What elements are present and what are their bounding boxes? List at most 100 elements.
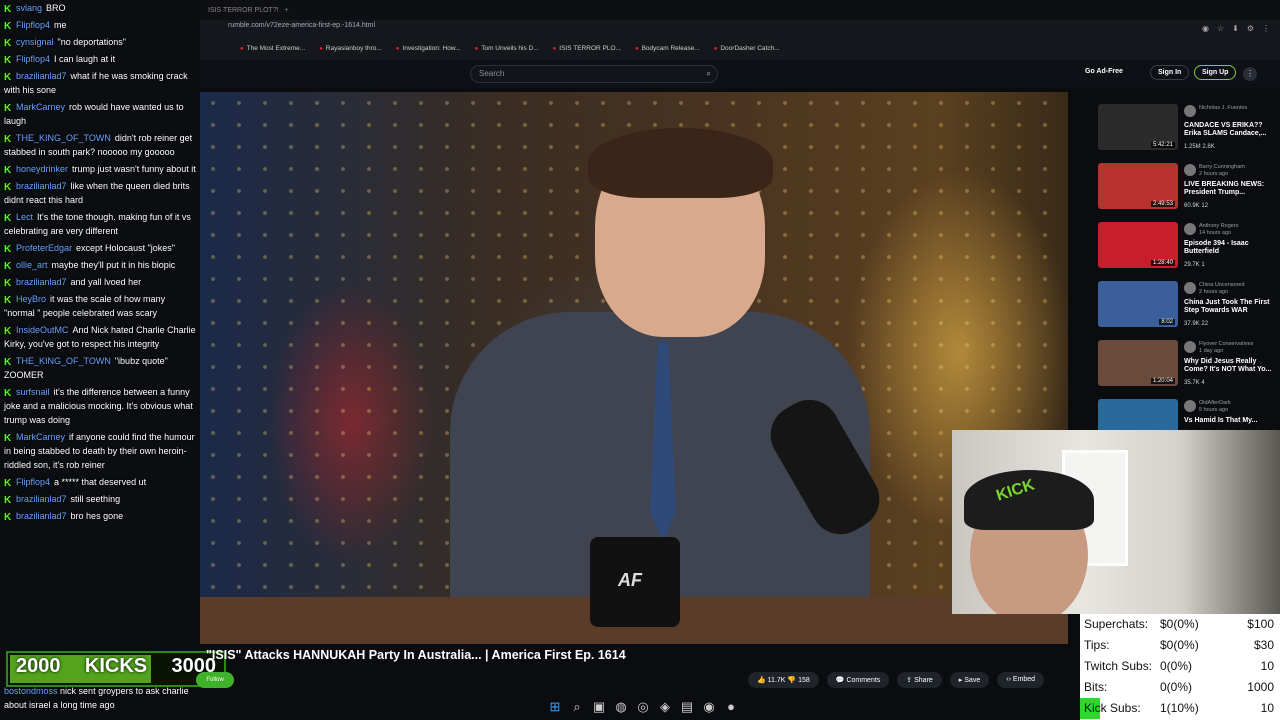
search-input[interactable]: Search ⌕: [470, 65, 718, 83]
chat-username[interactable]: THE_KING_OF_TOWN: [16, 356, 111, 366]
obs-icon[interactable]: ●: [724, 699, 738, 715]
bookmark-item[interactable]: Bodycam Release...: [635, 45, 700, 52]
chat-username[interactable]: surfsnail: [16, 387, 50, 397]
recommended-video[interactable]: 1:28:40 Anthony Rogers 14 hours ago Episode…: [1096, 222, 1276, 281]
chat-text: except Holocaust "jokes": [76, 243, 175, 253]
bookmark-item[interactable]: Rayasianboy thro...: [319, 45, 382, 52]
new-tab-icon[interactable]: +: [285, 7, 289, 14]
video-player[interactable]: AF: [200, 92, 1068, 644]
chat-username[interactable]: brazilianlad7: [16, 511, 67, 521]
chat-username[interactable]: cynsignal: [16, 37, 54, 47]
folder-icon[interactable]: ▤: [680, 699, 694, 715]
save-label: Save: [964, 677, 981, 684]
settings-icon[interactable]: ⚙: [1247, 24, 1254, 33]
channel-name[interactable]: China Uncensored: [1199, 282, 1245, 288]
thumbs-down-icon[interactable]: 👎: [787, 677, 796, 684]
chat-username[interactable]: HeyBro: [16, 294, 46, 304]
chat-username[interactable]: InsideOutMC: [16, 325, 69, 335]
share-button[interactable]: ⇪ Share: [897, 672, 942, 688]
video-title[interactable]: China Just Took The First Step Towards W…: [1184, 299, 1276, 315]
spotify-icon[interactable]: ◉: [702, 699, 716, 715]
chat-message: Kcynsignal "no deportations": [0, 34, 200, 51]
video-title[interactable]: Vs Hamid Is That My...: [1184, 417, 1276, 425]
video-stats: 37.9K 22: [1184, 321, 1208, 327]
thumbs-up-icon: 👍: [757, 677, 766, 684]
recommended-video[interactable]: 1:20:04 Flyover Conservatives 1 day ago Why…: [1096, 340, 1276, 399]
search-icon[interactable]: ⌕: [707, 66, 711, 82]
recommended-video[interactable]: 2:49:53 Barry Cunningham 2 hours ago LIVE B…: [1096, 163, 1276, 222]
bookmark-item[interactable]: The Most Extreme...: [240, 45, 306, 52]
bookmark-item[interactable]: Tom Unveils his D...: [475, 45, 538, 52]
chat-username[interactable]: honeydrinker: [16, 164, 68, 174]
video-thumbnail[interactable]: 1:28:40: [1098, 222, 1178, 268]
menu-icon[interactable]: ⋮: [1262, 24, 1270, 33]
bookmark-item[interactable]: ISIS TERROR PLO...: [553, 45, 621, 52]
video-thumbnail[interactable]: 8:02: [1098, 281, 1178, 327]
channel-avatar[interactable]: [1184, 282, 1196, 294]
chat-username[interactable]: Flipflop4: [16, 20, 50, 30]
chat-username[interactable]: brazilianlad7: [16, 181, 67, 191]
chat-username[interactable]: MarkCarney: [16, 432, 65, 442]
chat-username[interactable]: Flipflop4: [16, 477, 50, 487]
search-icon[interactable]: ⌕: [570, 699, 584, 715]
bookmark-item[interactable]: Investigation: How...: [396, 45, 460, 52]
video-title[interactable]: CANDACE VS ERIKA?? Erika SLAMS Candace,.…: [1184, 122, 1276, 138]
recommended-video[interactable]: 5:42:21 Nicholas J. Fuentes CANDACE VS ERI…: [1096, 104, 1276, 163]
chat-message: Ksurfsnail it's the difference between a …: [0, 384, 200, 429]
chat-username[interactable]: ProfeterEdgar: [16, 243, 72, 253]
channel-name[interactable]: Nicholas J. Fuentes: [1199, 105, 1247, 111]
video-thumbnail[interactable]: 1:20:04: [1098, 340, 1178, 386]
channel-avatar[interactable]: [1184, 105, 1196, 117]
video-title[interactable]: Why Did Jesus Really Come? It's NOT What…: [1184, 358, 1276, 374]
more-options-icon[interactable]: ⋮: [1243, 67, 1257, 81]
channel-name[interactable]: Anthony Rogers: [1199, 223, 1238, 229]
channel-avatar[interactable]: [1184, 223, 1196, 235]
chat-message: K Flipflop4 me: [0, 17, 200, 34]
bookmark-icon[interactable]: ☆: [1217, 24, 1224, 33]
video-thumbnail[interactable]: 2:49:53: [1098, 163, 1178, 209]
url-bar[interactable]: rumble.com/v72eze-america-first-ep.-1614…: [208, 22, 1128, 36]
stat-value: $0(0%): [1160, 617, 1199, 631]
extension-icon[interactable]: ◉: [1202, 24, 1209, 33]
comments-button[interactable]: 💬 Comments: [826, 672, 890, 688]
chat-message: K MarkCarney if anyone could find the humo…: [0, 429, 200, 474]
channel-avatar[interactable]: [1184, 164, 1196, 176]
chat-username[interactable]: brazilianlad7: [16, 71, 67, 81]
download-icon[interactable]: ⬇: [1232, 24, 1239, 33]
video-title[interactable]: Episode 394 - Isaac Butterfield: [1184, 240, 1276, 256]
channel-name[interactable]: Barry Cunningham: [1199, 164, 1245, 170]
sign-in-button[interactable]: Sign In: [1150, 65, 1190, 80]
chat-username[interactable]: bostondmoss: [4, 686, 58, 696]
brave-icon[interactable]: ◈: [658, 699, 672, 715]
chat-username[interactable]: Flipflop4: [16, 54, 50, 64]
browser-tab[interactable]: ISIS TERROR PLOT?!: [208, 7, 279, 14]
upload-time: 5 hours ago: [1199, 407, 1229, 413]
chat-username[interactable]: MarkCarney: [16, 102, 65, 112]
chat-username[interactable]: brazilianlad7: [16, 277, 67, 287]
channel-avatar[interactable]: [1184, 400, 1196, 412]
channel-name[interactable]: Flyover Conservatives: [1199, 341, 1253, 347]
chat-username[interactable]: Lect: [16, 212, 33, 222]
video-thumbnail[interactable]: 5:42:21: [1098, 104, 1178, 150]
like-count: 11.7K: [767, 677, 786, 684]
recommended-video[interactable]: 8:02 China Uncensored 2 hours ago China Jus…: [1096, 281, 1276, 340]
sign-up-button[interactable]: Sign Up: [1194, 65, 1237, 80]
embed-button[interactable]: ‹› Embed: [997, 672, 1045, 688]
chat-username[interactable]: THE_KING_OF_TOWN: [16, 133, 111, 143]
video-title[interactable]: LIVE BREAKING NEWS: President Trump...: [1184, 181, 1276, 197]
bookmark-item[interactable]: DoorDasher Catch...: [714, 45, 779, 52]
save-button[interactable]: ▸ Save: [949, 672, 990, 688]
channel-avatar[interactable]: [1184, 341, 1196, 353]
video-actions: 👍 11.7K 👎 158 💬 Comments ⇪ Share ▸ Save …: [748, 672, 1045, 688]
chat-username[interactable]: svlang: [16, 3, 42, 13]
chat-username[interactable]: ollie_art: [16, 260, 48, 270]
site-header: Search ⌕ Go Ad-Free Sign In Sign Up ⋮: [200, 60, 1280, 88]
task-view-icon[interactable]: ▣: [592, 699, 606, 715]
chat-username[interactable]: brazilianlad7: [16, 494, 67, 504]
go-ad-free-link[interactable]: Go Ad-Free: [1085, 68, 1123, 75]
channel-name[interactable]: OldAfterDark: [1199, 400, 1231, 406]
like-button[interactable]: 👍 11.7K 👎 158: [748, 672, 819, 688]
discord-icon[interactable]: ◍: [614, 699, 628, 715]
windows-start-icon[interactable]: ⊞: [548, 699, 562, 715]
chrome-icon[interactable]: ◎: [636, 699, 650, 715]
